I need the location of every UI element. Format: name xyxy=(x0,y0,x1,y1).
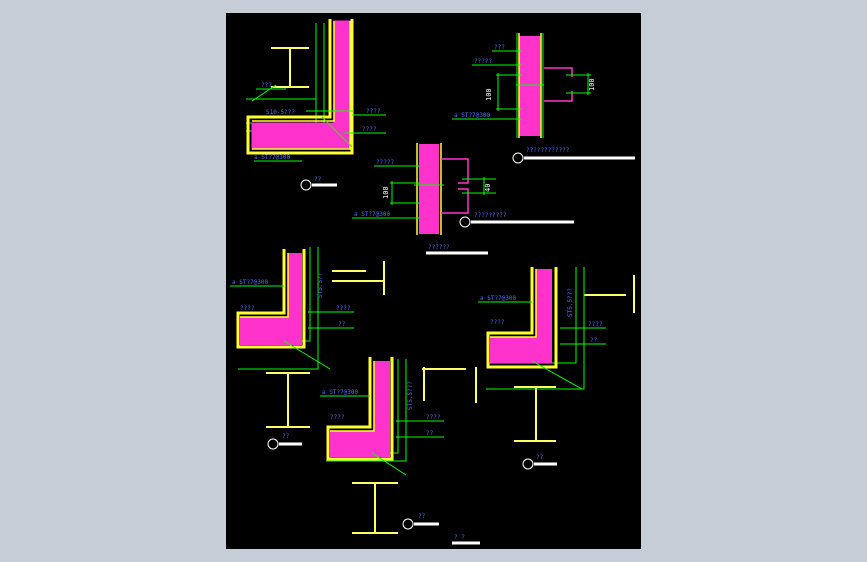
detail6-label-b: ???? xyxy=(490,319,505,326)
detail4-screw: ST5.5?? xyxy=(317,272,324,298)
detail6-title: ?? xyxy=(536,454,544,461)
detail-marker xyxy=(267,438,279,450)
detail6-label-d: ?? xyxy=(590,337,598,344)
detail5-label-c: ???? xyxy=(426,414,441,421)
detail4-label-d: ?? xyxy=(338,321,346,328)
detail-corner-4: a ST?7@300 ST5.5?? ???? ???? ?? ?? xyxy=(230,247,385,450)
detail-marker xyxy=(459,216,471,228)
detail5-label-d: ?? xyxy=(426,430,434,437)
detail5-note: a ST?7@300 xyxy=(322,389,359,396)
detail5-label-b: ???? xyxy=(330,414,345,421)
detail4-note: a ST?7@300 xyxy=(232,279,269,286)
detail-marker xyxy=(300,179,312,191)
detail-marker xyxy=(402,518,414,530)
drawing-polyline xyxy=(490,269,537,338)
detail3-title: ????????? xyxy=(474,212,507,219)
drawing-viewport[interactable]: S10-5??? ???? ???? ??? a ST?7@300 ?? 100… xyxy=(226,13,641,549)
detail4-title: ?? xyxy=(282,433,290,440)
detail1-title: ?? xyxy=(314,176,322,183)
detail1-label-c: ???? xyxy=(362,126,377,133)
frame-line xyxy=(246,23,317,124)
detail2-label-top: ??? xyxy=(494,44,505,51)
detail1-screw-label: S10-5??? xyxy=(266,109,295,116)
panel-skin-inner xyxy=(252,21,335,122)
detail6-note: a ST?7@300 xyxy=(480,295,517,302)
detail6-screw: ST5.5??? xyxy=(567,288,574,317)
detail2-note: a ST?7@300 xyxy=(454,112,491,119)
detail6-label-c: ???? xyxy=(588,321,603,328)
detail4-label-c: ???? xyxy=(336,305,351,312)
detail3-sub-title: ?????? xyxy=(428,244,450,251)
detail5-screw: ST5.5??? xyxy=(407,381,414,410)
detail1-label-b: ???? xyxy=(366,108,381,115)
detail-joint-2: 100 100 ??? ????? a ST?7@300 ???????????… xyxy=(452,33,635,164)
detail1-label-d: ??? xyxy=(261,82,272,89)
detail2-dim-right: 100 xyxy=(588,78,596,91)
insulation-core xyxy=(240,253,302,345)
detail1-note: a ST?7@300 xyxy=(254,154,291,161)
detail3-label-top: ????? xyxy=(376,159,394,166)
c-channel xyxy=(544,67,573,77)
sheet-title: ? ? xyxy=(454,534,465,541)
detail-marker xyxy=(512,152,524,164)
insulation-core xyxy=(330,361,390,457)
detail-corner-5: a ST?7@300 ST5.5??? ???? ???? ?? ?? xyxy=(320,357,477,534)
detail-corner-1: S10-5??? ???? ???? ??? a ST?7@300 ?? xyxy=(246,19,386,191)
detail-corner-6: a ST?7@300 ST5.5??? ???? ???? ?? ?? xyxy=(478,267,635,470)
insulation-core xyxy=(519,36,541,136)
detail3-note: a ST?7@300 xyxy=(354,211,391,218)
insulation-core xyxy=(490,269,552,363)
detail2-title: ???????????? xyxy=(526,147,570,154)
detail-marker xyxy=(522,458,534,470)
drawing-line xyxy=(283,340,331,370)
detail4-label-b: ???? xyxy=(240,305,255,312)
detail2-dim-left: 100 xyxy=(485,88,493,101)
detail2-label-mid: ????? xyxy=(474,58,492,65)
detail3-dim-left: 100 xyxy=(382,186,390,199)
cad-drawing: S10-5??? ???? ???? ??? a ST?7@300 ?? 100… xyxy=(230,19,635,545)
insulation-core xyxy=(419,144,439,234)
detail5-title: ?? xyxy=(418,513,426,520)
detail3-dim-right: 40 xyxy=(484,184,492,192)
